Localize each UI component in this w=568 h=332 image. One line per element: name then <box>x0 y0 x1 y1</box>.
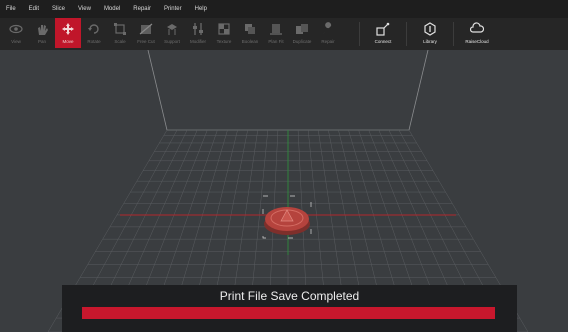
tool-label: Free Cut <box>137 39 155 44</box>
wrench-icon <box>323 22 332 34</box>
tool-duplicate-button[interactable]: Duplicate <box>289 18 315 48</box>
menu-edit[interactable]: Edit <box>29 6 39 12</box>
progress-bar <box>82 307 495 319</box>
tool-label: Support <box>164 39 180 44</box>
tool-boolean-button[interactable]: Boolean <box>237 18 263 48</box>
status-panel: Print File Save Completed <box>62 285 517 332</box>
tool-label: Plan Fit <box>268 39 284 44</box>
tool-texture-button[interactable]: Texture <box>211 18 237 48</box>
toolbar-separator <box>359 22 360 46</box>
cut-icon <box>139 23 153 35</box>
tool-repair-button[interactable]: Repair <box>315 18 341 48</box>
library-icon <box>424 22 436 36</box>
tool-label: Library <box>423 39 437 44</box>
move-icon <box>62 23 74 35</box>
plan-fit-icon <box>270 24 282 35</box>
tool-label: Repair <box>321 39 335 44</box>
tool-raisecloud-button[interactable]: RaiseCloud <box>458 18 496 48</box>
tool-connect-button[interactable]: Connect <box>364 18 402 48</box>
tool-label: Duplicate <box>292 39 312 44</box>
tool-rotate-button[interactable]: Rotate <box>81 18 107 48</box>
tool-view-button[interactable]: View <box>3 18 29 48</box>
tool-pan-button[interactable]: Pan <box>29 18 55 48</box>
hand-icon <box>38 25 48 35</box>
menu-model[interactable]: Model <box>104 6 120 12</box>
tool-scale-button[interactable]: Scale <box>107 18 133 48</box>
tool-support-button[interactable]: Support <box>159 18 185 48</box>
tool-label: Pan <box>37 39 46 44</box>
tool-free-cut-button[interactable]: Free Cut <box>133 18 159 48</box>
volume-edge-left <box>147 50 168 131</box>
tool-label: Scale <box>114 39 126 44</box>
eye-icon <box>9 24 23 34</box>
toolbar-separator <box>453 22 454 46</box>
tool-label: Rotate <box>87 39 101 44</box>
toolbar-separator <box>406 22 407 46</box>
menu-view[interactable]: View <box>78 6 91 12</box>
menu-bar: File Edit Slice View Model Repair Printer Help <box>0 0 568 18</box>
menu-help[interactable]: Help <box>195 6 207 12</box>
tool-modifier-button[interactable]: Modifier <box>185 18 211 48</box>
texture-icon <box>218 23 230 35</box>
volume-edge-right <box>408 50 429 131</box>
tool-label: View <box>11 39 21 44</box>
tool-label: Boolean <box>241 39 259 44</box>
rotate-icon <box>88 24 99 34</box>
tool-label: Texture <box>216 39 232 44</box>
toolbar: View Pan Move Rotate Scale Free Cut Support Mod… <box>0 18 568 50</box>
menu-slice[interactable]: Slice <box>52 6 65 12</box>
progress-fill <box>82 307 495 319</box>
connect-icon <box>376 22 390 36</box>
tool-label: RaiseCloud <box>465 39 489 44</box>
cloud-icon <box>470 22 484 33</box>
tool-plan-fit-button[interactable]: Plan Fit <box>263 18 289 48</box>
modifier-icon <box>193 23 203 35</box>
tool-label: Connect <box>374 39 392 44</box>
status-message: Print File Save Completed <box>219 289 360 303</box>
menu-repair[interactable]: Repair <box>133 6 151 12</box>
tool-label: Move <box>62 39 74 44</box>
tool-move-button[interactable]: Move <box>55 18 81 48</box>
scale-icon <box>114 23 126 35</box>
tool-library-button[interactable]: Library <box>411 18 449 48</box>
menu-file[interactable]: File <box>6 6 16 12</box>
menu-printer[interactable]: Printer <box>164 6 182 12</box>
model-object <box>262 195 312 239</box>
support-icon <box>167 24 177 35</box>
tool-label: Modifier <box>189 39 206 44</box>
duplicate-icon <box>296 24 308 34</box>
boolean-icon <box>245 24 255 34</box>
